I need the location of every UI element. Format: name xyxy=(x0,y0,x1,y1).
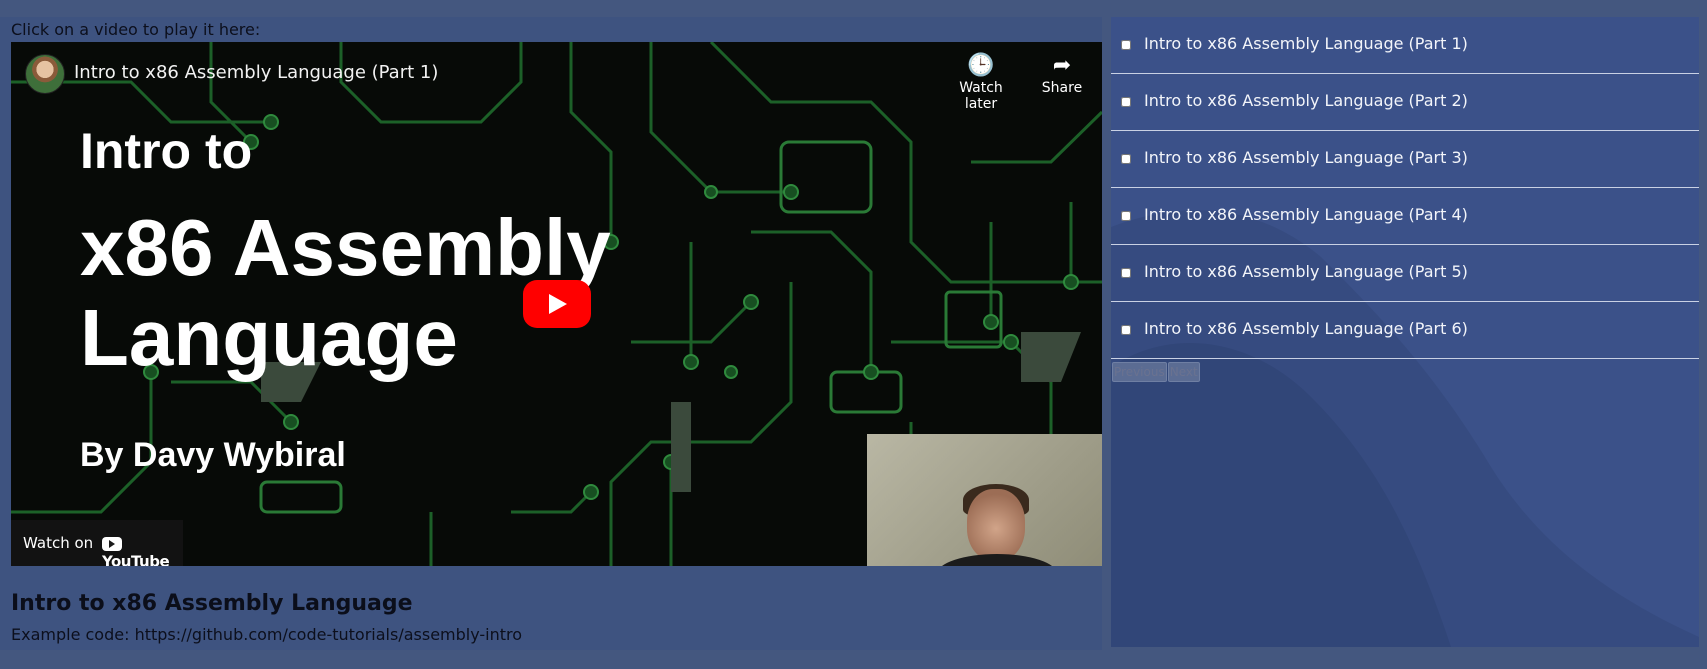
watched-checkbox[interactable] xyxy=(1121,97,1131,107)
thumbnail-title-line-3: Language xyxy=(80,293,458,382)
watch-on-label: Watch on xyxy=(23,534,94,552)
share-button[interactable]: ➦ Share xyxy=(1033,52,1091,96)
video-description: Example code: https://github.com/code-tu… xyxy=(11,625,523,644)
thumbnail-title-line-1: Intro to xyxy=(80,123,253,179)
share-arrow-icon: ➦ xyxy=(1052,53,1072,78)
watched-checkbox[interactable] xyxy=(1121,325,1131,335)
channel-avatar[interactable] xyxy=(25,54,65,94)
player-video-title[interactable]: Intro to x86 Assembly Language (Part 1) xyxy=(74,62,438,83)
playlist: Intro to x86 Assembly Language (Part 1) … xyxy=(1111,17,1699,359)
playlist-item-label[interactable]: Intro to x86 Assembly Language (Part 5) xyxy=(1144,262,1468,281)
playlist-pager: Previous Next xyxy=(1112,362,1201,382)
playlist-item-label[interactable]: Intro to x86 Assembly Language (Part 4) xyxy=(1144,205,1468,224)
instruction-text: Click on a video to play it here: xyxy=(11,20,261,39)
watched-checkbox[interactable] xyxy=(1121,40,1131,50)
clock-icon: 🕒 xyxy=(967,53,995,78)
video-heading: Intro to x86 Assembly Language xyxy=(11,591,413,616)
youtube-mark xyxy=(102,536,122,551)
playlist-item[interactable]: Intro to x86 Assembly Language (Part 6) xyxy=(1111,302,1699,359)
watched-checkbox[interactable] xyxy=(1121,268,1131,278)
playlist-item[interactable]: Intro to x86 Assembly Language (Part 2) xyxy=(1111,74,1699,131)
next-button[interactable]: Next xyxy=(1167,362,1200,382)
youtube-word: YouTube xyxy=(102,552,170,567)
watched-checkbox[interactable] xyxy=(1121,154,1131,164)
presenter-webcam xyxy=(867,434,1102,566)
playlist-item[interactable]: Intro to x86 Assembly Language (Part 5) xyxy=(1111,245,1699,302)
playlist-item[interactable]: Intro to x86 Assembly Language (Part 4) xyxy=(1111,188,1699,245)
watch-later-button[interactable]: 🕒 Watch later xyxy=(941,52,1021,112)
playlist-panel: Intro to x86 Assembly Language (Part 1) … xyxy=(1111,17,1699,647)
watched-checkbox[interactable] xyxy=(1121,211,1131,221)
playlist-item-label[interactable]: Intro to x86 Assembly Language (Part 1) xyxy=(1144,34,1468,53)
playlist-item-label[interactable]: Intro to x86 Assembly Language (Part 6) xyxy=(1144,319,1468,338)
watch-on-youtube-button[interactable]: Watch on YouTube xyxy=(11,520,183,566)
youtube-logo-icon: YouTube xyxy=(102,534,183,566)
play-icon xyxy=(549,294,567,314)
playlist-item[interactable]: Intro to x86 Assembly Language (Part 1) xyxy=(1111,17,1699,74)
previous-button[interactable]: Previous xyxy=(1112,362,1167,382)
play-button[interactable] xyxy=(523,280,591,328)
share-label: Share xyxy=(1041,80,1083,96)
playlist-item-label[interactable]: Intro to x86 Assembly Language (Part 3) xyxy=(1144,148,1468,167)
video-player[interactable]: Intro to x86 Assembly Language (Part 1) … xyxy=(11,42,1102,566)
presenter-shoulders xyxy=(937,554,1057,566)
playlist-item[interactable]: Intro to x86 Assembly Language (Part 3) xyxy=(1111,131,1699,188)
presenter-face xyxy=(967,489,1025,561)
thumbnail-byline: By Davy Wybiral xyxy=(80,436,346,474)
watch-later-label: Watch later xyxy=(959,80,1003,112)
playlist-item-label[interactable]: Intro to x86 Assembly Language (Part 2) xyxy=(1144,91,1468,110)
